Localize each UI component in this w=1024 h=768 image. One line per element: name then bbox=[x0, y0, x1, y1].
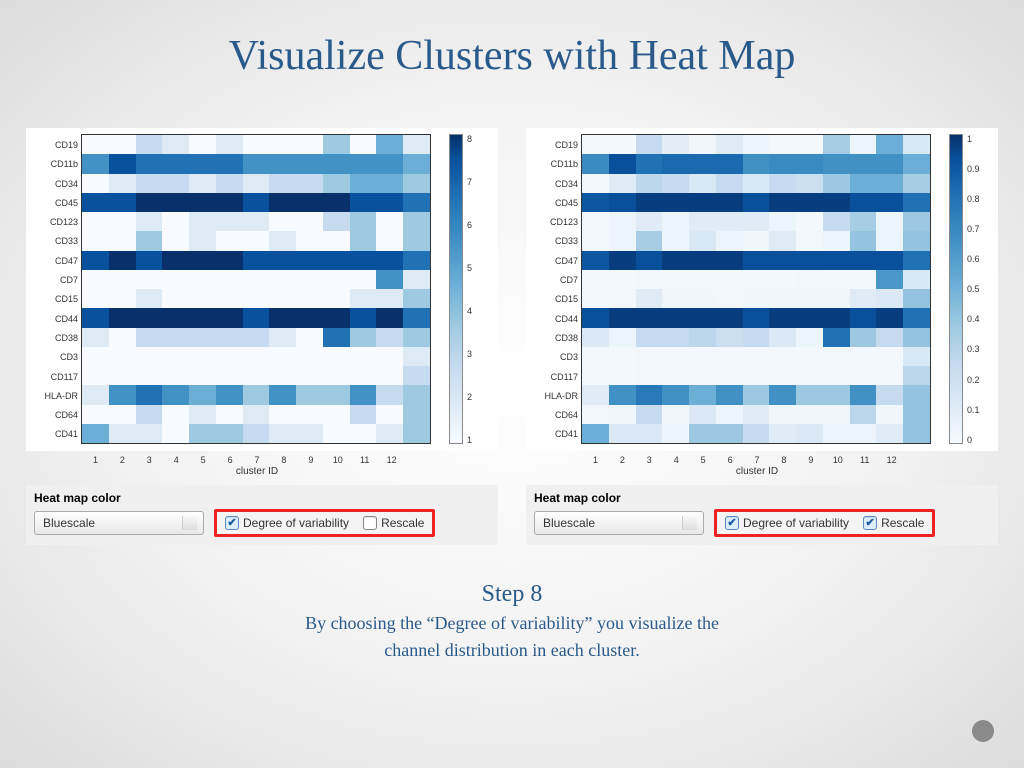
checkbox-icon: ✔ bbox=[225, 516, 239, 530]
colorscale-dropdown[interactable]: Bluescale ▴▾ bbox=[34, 511, 204, 535]
heatmap-grid bbox=[81, 134, 431, 444]
heatmap-color-label: Heat map color bbox=[34, 491, 490, 505]
page-title: Visualize Clusters with Heat Map bbox=[0, 0, 1024, 80]
rescale-checkbox[interactable]: ✔ Rescale bbox=[863, 516, 924, 530]
controls-right: Heat map color Bluescale ▴▾ ✔ Degree of … bbox=[526, 485, 998, 545]
checkbox-icon bbox=[363, 516, 377, 530]
colorbar-ticks: 87654321 bbox=[463, 134, 472, 445]
checkbox-icon: ✔ bbox=[725, 516, 739, 530]
variability-checkbox[interactable]: ✔ Degree of variability bbox=[725, 516, 849, 530]
dropdown-value: Bluescale bbox=[43, 516, 95, 530]
dropdown-arrows-icon: ▴▾ bbox=[690, 517, 694, 531]
colorbar: 87654321 bbox=[449, 134, 472, 445]
colorbar: 10.90.80.70.60.50.40.30.20.10 bbox=[949, 134, 980, 445]
heatmap-left: CD19CD11bCD34CD45CD123CD33CD47CD7CD15CD4… bbox=[26, 128, 498, 451]
checkbox-label: Rescale bbox=[381, 516, 424, 530]
dropdown-value: Bluescale bbox=[543, 516, 595, 530]
variability-checkbox[interactable]: ✔ Degree of variability bbox=[225, 516, 349, 530]
x-axis-label: cluster ID bbox=[582, 466, 932, 477]
heatmap-right: CD19CD11bCD34CD45CD123CD33CD47CD7CD15CD4… bbox=[526, 128, 998, 451]
checkbox-label: Degree of variability bbox=[243, 516, 349, 530]
dropdown-arrows-icon: ▴▾ bbox=[190, 517, 194, 531]
checkbox-icon: ✔ bbox=[863, 516, 877, 530]
x-axis-ticks: 123456789101112 bbox=[82, 455, 432, 465]
controls-left: Heat map color Bluescale ▴▾ ✔ Degree of … bbox=[26, 485, 498, 545]
colorbar-gradient bbox=[949, 134, 963, 444]
heatmap-grid bbox=[581, 134, 931, 444]
panel-right: CD19CD11bCD34CD45CD123CD33CD47CD7CD15CD4… bbox=[526, 128, 998, 545]
heatmap-color-label: Heat map color bbox=[534, 491, 990, 505]
colorbar-ticks: 10.90.80.70.60.50.40.30.20.10 bbox=[963, 134, 980, 445]
panels-row: CD19CD11bCD34CD45CD123CD33CD47CD7CD15CD4… bbox=[0, 80, 1024, 545]
checkbox-label: Rescale bbox=[881, 516, 924, 530]
checkbox-label: Degree of variability bbox=[743, 516, 849, 530]
step-description-line2: channel distribution in each cluster. bbox=[0, 639, 1024, 662]
panel-left: CD19CD11bCD34CD45CD123CD33CD47CD7CD15CD4… bbox=[26, 128, 498, 545]
step-number: Step 8 bbox=[0, 581, 1024, 608]
y-axis-labels: CD19CD11bCD34CD45CD123CD33CD47CD7CD15CD4… bbox=[530, 134, 581, 445]
decorative-dot-icon bbox=[972, 720, 994, 742]
highlight-box: ✔ Degree of variability Rescale bbox=[214, 509, 435, 537]
colorscale-dropdown[interactable]: Bluescale ▴▾ bbox=[534, 511, 704, 535]
x-axis-label: cluster ID bbox=[82, 466, 432, 477]
step-block: Step 8 By choosing the “Degree of variab… bbox=[0, 581, 1024, 663]
highlight-box: ✔ Degree of variability ✔ Rescale bbox=[714, 509, 935, 537]
colorbar-gradient bbox=[449, 134, 463, 444]
step-description-line1: By choosing the “Degree of variability” … bbox=[0, 612, 1024, 635]
y-axis-labels: CD19CD11bCD34CD45CD123CD33CD47CD7CD15CD4… bbox=[30, 134, 81, 445]
x-axis-ticks: 123456789101112 bbox=[582, 455, 932, 465]
rescale-checkbox[interactable]: Rescale bbox=[363, 516, 424, 530]
